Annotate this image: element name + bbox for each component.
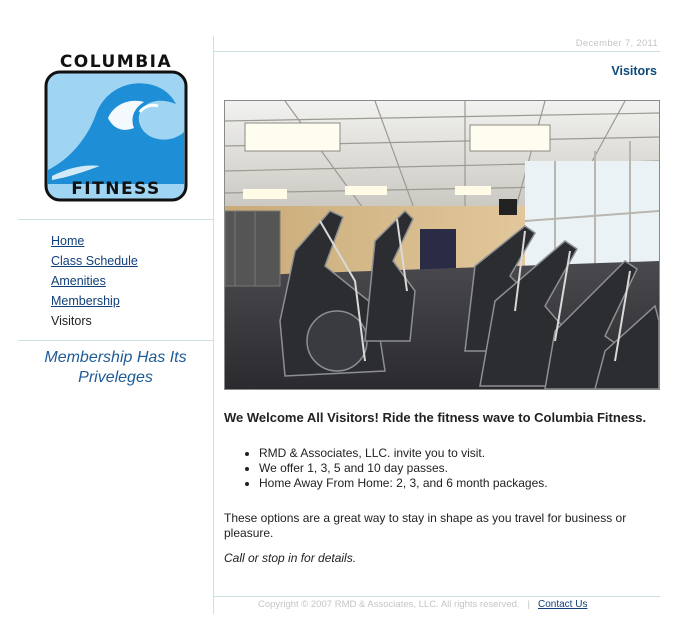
header-date: December 7, 2011 <box>575 38 658 49</box>
copyright-text: Copyright © 2007 RMD & Associates, LLC. … <box>258 599 520 610</box>
nav-link-amenities[interactable]: Amenities <box>51 274 106 288</box>
nav-item-class-schedule[interactable]: Class Schedule <box>51 253 138 273</box>
logo-word-bottom: FITNESS <box>71 179 161 199</box>
tagline-line-2: Priveleges <box>78 369 153 386</box>
nav-item-amenities[interactable]: Amenities <box>51 273 138 293</box>
nav-link-membership[interactable]: Membership <box>51 294 120 308</box>
header-divider <box>214 51 660 52</box>
footer: Copyright © 2007 RMD & Associates, LLC. … <box>258 599 587 610</box>
sidebar-divider-bottom <box>18 340 213 341</box>
sidebar-divider-top <box>18 219 213 220</box>
nav-current-visitors: Visitors <box>51 314 92 328</box>
nav-link-class-schedule[interactable]: Class Schedule <box>51 254 138 268</box>
nav-item-membership[interactable]: Membership <box>51 293 138 313</box>
sidebar: COLUMBIA FITNESS Home Class Schedule Ame… <box>0 0 213 631</box>
nav-item-home[interactable]: Home <box>51 233 138 253</box>
options-paragraph: These options are a great way to stay in… <box>224 511 627 540</box>
nav-item-visitors: Visitors <box>51 313 138 333</box>
sidebar-tagline: Membership Has Its Priveleges <box>18 348 213 388</box>
visitor-offers-list: RMD & Associates, LLC. invite you to vis… <box>243 446 548 491</box>
contact-us-link[interactable]: Contact Us <box>538 599 587 610</box>
gym-photo <box>224 100 660 390</box>
welcome-heading: We Welcome All Visitors! Ride the fitnes… <box>224 410 647 425</box>
main-content: December 7, 2011 Visitors We Welcome All… <box>214 0 680 631</box>
list-item: We offer 1, 3, 5 and 10 day passes. <box>259 461 548 476</box>
call-to-action: Call or stop in for details. <box>224 551 357 565</box>
nav-link-home[interactable]: Home <box>51 234 84 248</box>
tagline-line-1: Membership Has Its <box>44 349 187 366</box>
list-item: RMD & Associates, LLC. invite you to vis… <box>259 446 548 461</box>
sidebar-nav: Home Class Schedule Amenities Membership… <box>51 233 138 333</box>
page-title: Visitors <box>611 64 657 78</box>
columbia-fitness-logo[interactable]: COLUMBIA FITNESS <box>44 52 188 202</box>
logo-word-top: COLUMBIA <box>60 52 172 72</box>
footer-separator: | <box>527 599 530 610</box>
footer-divider <box>214 596 660 597</box>
list-item: Home Away From Home: 2, 3, and 6 month p… <box>259 476 548 491</box>
